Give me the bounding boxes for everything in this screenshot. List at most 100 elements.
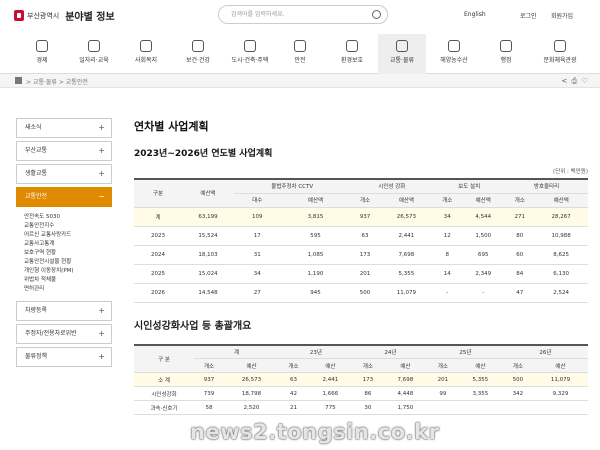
login-link[interactable]: 로그인 [520,11,537,20]
nav-ocean[interactable]: 해양농수산 [430,34,478,74]
subnav-item[interactable]: 교통안전시설물 현황 [24,258,112,267]
table-cell: 2,441 [307,372,353,387]
site-logo[interactable]: 부산광역시 분야별 정보 [14,8,115,23]
table-header: 구분 [134,179,182,208]
nav-environment[interactable]: 환경보호 [328,34,376,74]
sidebar-item-label: 차량등록 [25,307,48,314]
signup-link[interactable]: 회원가입 [551,11,573,20]
table-cell: 1,500 [461,226,506,246]
table-cell: 5,355 [457,372,503,387]
table-cell: 42 [279,386,308,401]
logo-section-name: 분야별 정보 [65,12,115,23]
search-icon[interactable] [372,10,381,19]
table-cell: 173 [350,245,380,265]
nav-economy[interactable]: 경제 [18,34,66,74]
sidebar-item-traffic-safety[interactable]: 교통안전 − [16,187,112,207]
subnav-item[interactable]: 교통사고통계 [24,240,112,249]
table-cell: 9,329 [532,386,588,401]
visibility-summary-table: 구 분 계 23년 24년 25년 26년 개소 예산 개소 예산 개소 예산 … [134,343,588,415]
table-cell: 201 [427,372,458,387]
table-cell: 6,130 [534,264,588,284]
nav-label: 경제 [36,57,48,64]
subnav-item[interactable]: 안전속도 5030 [24,213,112,222]
nav-health[interactable]: 보건·건강 [174,34,222,74]
row-label: 2023 [134,226,182,246]
row-label: 2024 [134,245,182,265]
table-header: 개소 [427,358,458,373]
subnav-item[interactable]: 개인형 이동장치(PM) [24,267,112,276]
breadcrumb-item[interactable]: 교통안전 [66,79,88,86]
table-cell: - [461,283,506,303]
table-row: 2026 14,548 27 945 500 11,079- -47 2,524 [134,283,588,303]
table-row: 과속·신호기 58 2,520 21 775 30 1,750 [134,400,588,415]
table-cell: 8 [433,245,462,265]
table-cell: 30 [352,400,383,415]
nav-label: 해양농수산 [440,57,468,64]
nav-welfare[interactable]: 사회복지 [122,34,170,74]
sidebar-item-busan-traffic[interactable]: 부산교통 + [16,141,112,161]
table-row: 시인성강화 739 18,798 42 1,666 86 4,448 99 3,355 342 9,… [134,386,588,401]
table-cell: 2,441 [379,226,434,246]
expand-icon: + [98,123,105,132]
share-print-tools[interactable]: < ⎙ ♡ [561,77,588,86]
table-cell: 8,625 [534,245,588,265]
table-cell: 99 [427,386,458,401]
main-content: 연차별 사업계획 2023년~2026년 연도별 사업계획 (단위 : 백만원)… [134,118,588,415]
table-header: 불법주정차 CCTV [234,179,351,194]
table-cell: 34 [234,264,281,284]
nav-label: 도시·건축·주택 [231,57,269,64]
culture-icon [554,40,566,52]
subnav-item[interactable]: 위법차 적체불 [24,276,112,285]
nav-culture[interactable]: 문화체육관광 [536,34,584,74]
table-header: 예산액 [280,193,351,208]
nav-label: 환경보호 [340,57,364,64]
sidebar-item-parking-violation[interactable]: 주정차/전용차로위반 + [16,324,112,344]
table-cell: 17 [234,226,281,246]
nav-city[interactable]: 도시·건축·주택 [226,34,274,74]
table-header: 예산 [532,358,588,373]
sidebar-item-logistics-policy[interactable]: 물류정책 + [16,347,112,367]
sidebar-item-label: 물류정책 [25,353,48,360]
breadcrumb-item[interactable]: 교통·물류 [33,79,57,86]
table-header: 23년 [279,344,353,359]
table-cell: 695 [461,245,506,265]
subnav-item[interactable]: 어르신 교통사랑카드 [24,231,112,240]
language-link[interactable]: English [464,11,486,18]
table-cell: 173 [352,372,383,387]
row-label: 2025 [134,264,182,284]
table-cell: 80 [505,226,535,246]
print-icon[interactable]: ⎙ [572,77,578,85]
home-icon[interactable] [15,77,22,84]
share-icon[interactable]: < [561,77,567,85]
subnav-item[interactable]: 교통안전지수 [24,222,112,231]
table-cell: 18,798 [224,386,279,401]
table-header: 예산액 [461,193,506,208]
subnav-item[interactable]: 면허관리 [24,285,112,294]
table-header: 개소 [433,193,462,208]
section-title: 시인성강화사업 등 총괄개요 [134,320,252,332]
nav-safety[interactable]: 안전 [276,34,324,74]
sidebar-item-life-traffic[interactable]: 생활교통 + [16,164,112,184]
sidebar-item-label: 교통안전 [25,193,48,200]
breadcrumb: > 교통·물류 > 교통안전 < ⎙ ♡ [0,74,600,88]
table-cell: 11,079 [532,372,588,387]
sidebar-item-vehicle-registration[interactable]: 차량등록 + [16,301,112,321]
table-cell: 58 [194,400,224,415]
sidebar-item-label: 부산교통 [25,147,48,154]
job-icon [88,40,100,52]
subnav-item[interactable]: 보호구역 현황 [24,249,112,258]
nav-admin[interactable]: 행정 [482,34,530,74]
search-input[interactable]: 검색어를 입력하세요. [218,5,388,24]
table-header: 개소 [350,193,380,208]
table-header: 대수 [234,193,281,208]
favorite-icon[interactable]: ♡ [582,77,588,85]
table-cell: 739 [194,386,224,401]
sidebar-item-news[interactable]: 새소식 + [16,118,112,138]
table-cell: 595 [280,226,351,246]
nav-job[interactable]: 일자리·교육 [70,34,118,74]
table-cell: 3,355 [457,386,503,401]
table-cell: 4,448 [382,386,428,401]
nav-traffic[interactable]: 교통·물류 [378,34,426,74]
table-header: 예산액 [379,193,434,208]
table-cell: 937 [194,372,224,387]
